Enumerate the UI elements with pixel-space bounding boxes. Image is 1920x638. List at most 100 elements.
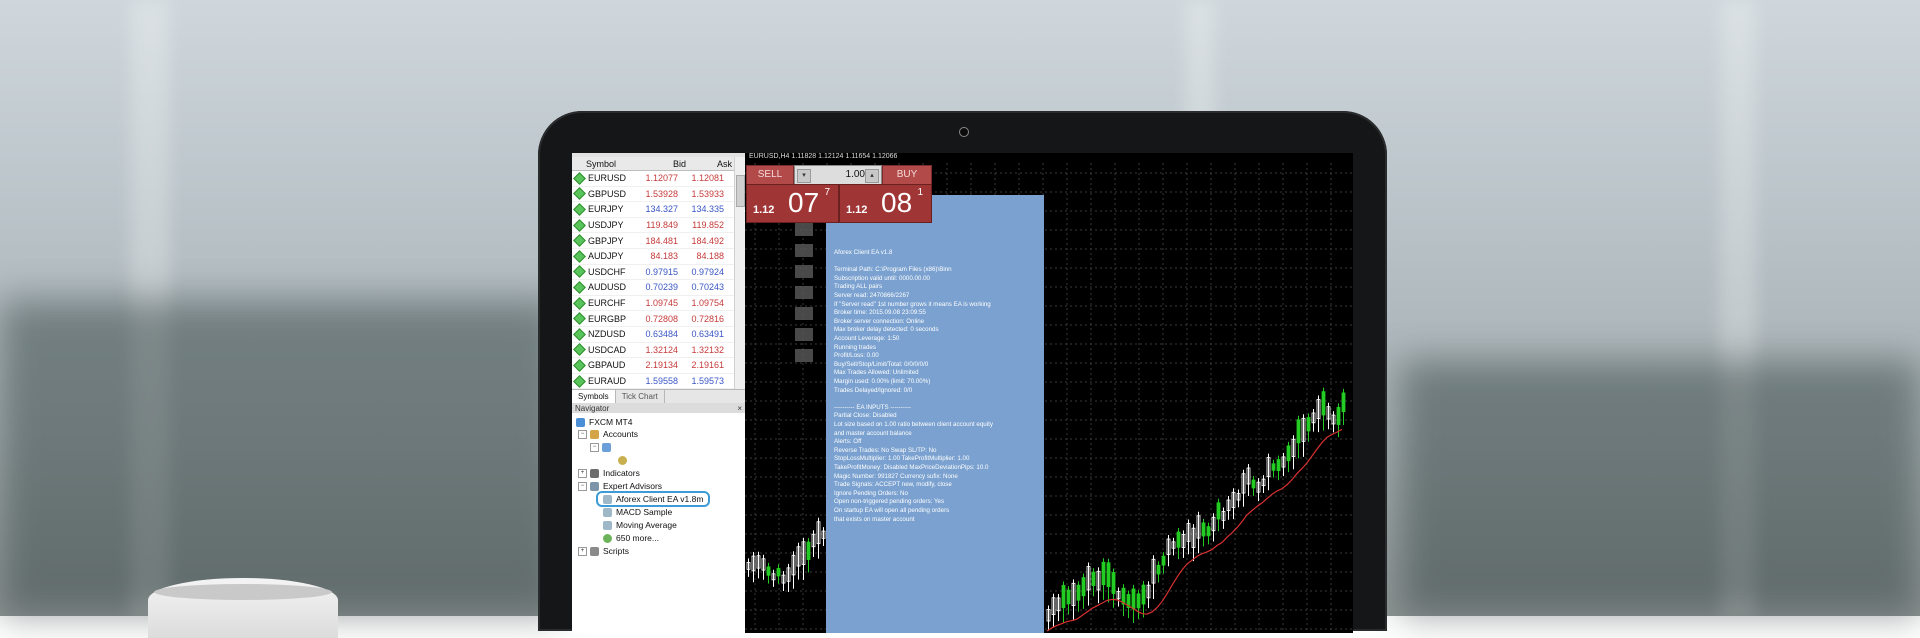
sell-price-pips: 07 — [788, 187, 820, 218]
candle-body — [1076, 584, 1081, 601]
symbol-name: EURGBP — [588, 313, 627, 324]
symbol-row[interactable]: AUDJPY 84.183 84.188 — [572, 249, 745, 265]
tree-item-moving-average-label: Moving Average — [616, 520, 677, 530]
tree-item-macd-sample[interactable]: MACD Sample — [603, 506, 672, 518]
candle-body — [1271, 463, 1276, 471]
tree-item-indicators[interactable]: + Indicators — [578, 467, 640, 479]
lot-size-input[interactable]: ▾ 1.00 ▴ — [794, 165, 882, 185]
ask-column-header[interactable]: Ask — [686, 159, 732, 169]
ea-icon — [603, 520, 612, 530]
increase-lot-icon[interactable]: ▴ — [865, 169, 879, 183]
market-watch-scrollbar[interactable] — [734, 157, 745, 389]
ea-icon — [603, 507, 612, 517]
expand-icon[interactable]: + — [578, 468, 587, 478]
symbol-status-icon — [573, 343, 586, 357]
one-click-trading-panel: SELL ▾ 1.00 ▴ BUY 1.12 07 7 1.12 08 1 — [746, 165, 932, 223]
ask-price: 2.19161 — [691, 360, 724, 371]
symbol-row[interactable]: USDJPY 119.849 119.852 — [572, 218, 745, 234]
background-shadow — [0, 300, 560, 616]
symbol-row[interactable]: EURUSD 1.12077 1.12081 — [572, 171, 745, 187]
bid-price: 0.97915 — [645, 266, 678, 277]
tree-item-aforex-ea[interactable]: Aforex Client EA v1.8m — [595, 491, 711, 507]
symbol-row[interactable]: AUDUSD 0.70239 0.70243 — [572, 280, 745, 296]
symbol-row[interactable]: EURJPY 134.327 134.335 — [572, 202, 745, 218]
tree-item-moving-average[interactable]: Moving Average — [603, 519, 677, 531]
ea-info-line: Subscription valid until: 0000.00.00 — [834, 274, 930, 282]
tree-item-scripts-label: Scripts — [603, 546, 629, 556]
sell-price-button[interactable]: 1.12 07 7 — [746, 184, 839, 223]
ea-info-panel: Aforex Client EA v1.8 Terminal Path: C:\P… — [826, 195, 1044, 633]
ask-price: 119.852 — [692, 220, 724, 231]
symbol-status-icon — [573, 296, 586, 310]
symbol-row[interactable]: GBPUSD 1.53928 1.53933 — [572, 187, 745, 203]
tree-item-accounts-label: Accounts — [603, 429, 638, 439]
candle-body — [776, 568, 781, 577]
decrease-lot-icon[interactable]: ▾ — [797, 169, 811, 183]
bid-column-header[interactable]: Bid — [644, 159, 686, 169]
tree-item-more[interactable]: 650 more... — [603, 532, 659, 544]
collapse-icon[interactable]: − — [590, 442, 599, 452]
candle-body — [806, 541, 811, 560]
candle-body — [1216, 502, 1221, 520]
symbol-column-header[interactable]: Symbol — [572, 159, 644, 169]
tree-item-scripts[interactable]: + Scripts — [578, 545, 629, 557]
symbol-status-icon — [573, 374, 586, 388]
ea-info-line: Trades Delayed/Ignored: 0/0 — [834, 386, 913, 394]
tree-item-macd-sample-label: MACD Sample — [616, 507, 673, 517]
ea-info-line: Margin used: 0.00% (limit: 70.00%) — [834, 378, 931, 385]
cup-rim — [154, 584, 332, 600]
market-icon — [603, 533, 612, 543]
symbol-row[interactable]: USDCHF 0.97915 0.97924 — [572, 265, 745, 281]
symbol-row[interactable]: EURGBP 0.72808 0.72816 — [572, 311, 745, 327]
tree-item-account[interactable]: − — [590, 441, 615, 453]
buy-price-button[interactable]: 1.12 08 1 — [839, 184, 932, 223]
mt4-screen: Symbol Bid Ask EURUSD 1.12077 1.12081 GBPUS… — [572, 153, 1353, 633]
sell-button[interactable]: SELL — [746, 165, 794, 185]
symbol-status-icon — [573, 187, 586, 201]
ea-info-line: On startup EA will open all pending orde… — [834, 507, 950, 514]
tree-item-expert-advisors[interactable]: − Expert Advisors — [578, 480, 662, 492]
symbol-row[interactable]: GBPAUD 2.19134 2.19161 — [572, 358, 745, 374]
ea-info-line: Trade Signals: ACCEPT new, modify, close — [834, 481, 952, 489]
tree-item-indicators-label: Indicators — [603, 468, 640, 478]
symbol-row[interactable]: EURCHF 1.09745 1.09754 — [572, 296, 745, 312]
tree-item-accounts[interactable]: − Accounts — [578, 428, 638, 440]
webcam — [959, 127, 969, 137]
tree-item-root[interactable]: FXCM MT4 — [576, 416, 632, 428]
ask-price: 0.97924 — [691, 266, 724, 277]
symbol-row[interactable]: GBPJPY 184.481 184.492 — [572, 233, 745, 249]
expand-icon[interactable]: + — [578, 546, 587, 556]
chart-title: EURUSD,H4 1.11828 1.12124 1.11654 1.1206… — [749, 153, 898, 160]
candle-body — [1156, 564, 1161, 575]
price-chart[interactable]: EURUSD,H4 1.11828 1.12124 1.11654 1.1206… — [745, 153, 1353, 633]
close-icon[interactable]: × — [737, 404, 742, 413]
chart-object-icons — [795, 223, 815, 391]
ea-info-line: Partial Close: Disabled — [834, 412, 897, 420]
symbol-status-icon — [573, 234, 586, 248]
ea-info-line: Open non-triggered pending orders: Yes — [834, 498, 945, 506]
symbol-row[interactable]: NZDUSD 0.63484 0.63491 — [572, 327, 745, 343]
ea-info-line: Aforex Client EA v1.8 — [834, 249, 893, 256]
symbol-name: AUDJPY — [588, 251, 624, 262]
ask-price: 1.32132 — [691, 344, 724, 355]
collapse-icon[interactable]: − — [578, 481, 587, 491]
tab-symbols[interactable]: Symbols — [572, 390, 616, 403]
scrollbar-thumb[interactable] — [736, 175, 745, 207]
ea-info-line: Server read: 2470866/2267 — [834, 292, 910, 299]
symbol-status-icon — [573, 249, 586, 263]
bid-price: 1.09745 — [645, 298, 678, 309]
market-watch-header: Symbol Bid Ask — [572, 157, 745, 171]
sell-price-prefix: 1.12 — [753, 204, 775, 216]
buy-price-prefix: 1.12 — [846, 204, 868, 216]
ask-price: 1.59573 — [691, 376, 724, 387]
buy-button[interactable]: BUY — [882, 165, 932, 185]
collapse-icon[interactable]: − — [578, 429, 587, 439]
symbol-row[interactable]: USDCAD 1.32124 1.32132 — [572, 343, 745, 359]
market-watch: Symbol Bid Ask EURUSD 1.12077 1.12081 GBPUS… — [572, 153, 745, 403]
symbol-row[interactable]: EURAUD 1.59558 1.59573 — [572, 374, 745, 390]
tab-tick-chart[interactable]: Tick Chart — [616, 390, 665, 403]
tree-item-user[interactable] — [618, 454, 631, 466]
lot-value[interactable]: 1.00 — [846, 166, 865, 184]
candle-body — [1206, 526, 1211, 537]
symbol-list: EURUSD 1.12077 1.12081 GBPUSD 1.53928 1.53933… — [572, 171, 745, 390]
